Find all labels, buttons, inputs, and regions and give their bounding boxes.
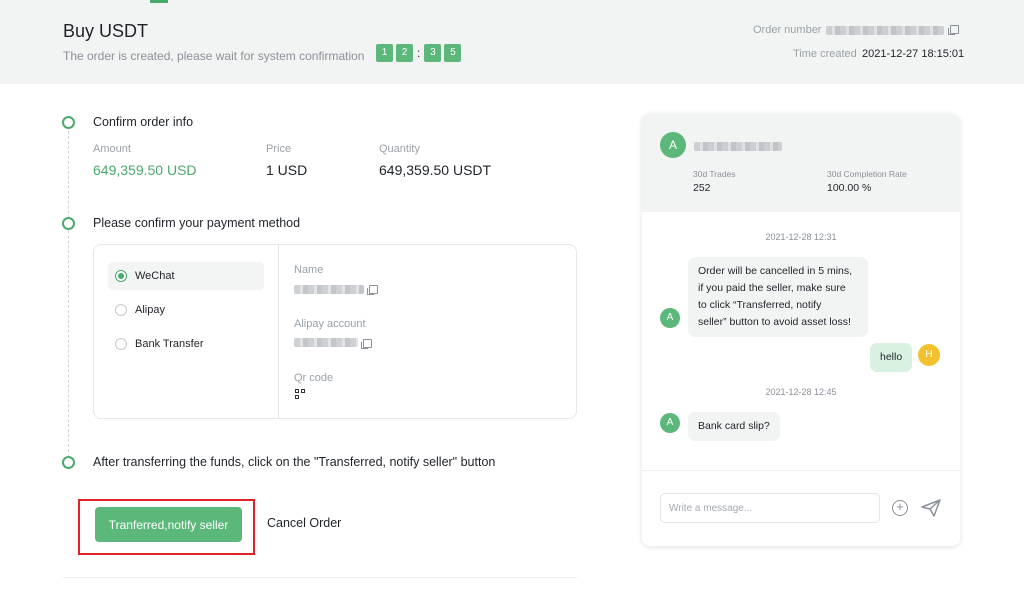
transferred-notify-seller-button[interactable]: Tranferred,notify seller [95,507,242,542]
payment-option-label: WeChat [135,270,175,282]
divider [278,245,279,418]
quantity-value: 649,359.50 USDT [379,162,492,178]
copy-icon[interactable] [361,339,372,349]
message-input[interactable] [660,493,880,523]
status-message: The order is created, please wait for sy… [63,49,365,63]
step-title-notify-seller: After transferring the funds, click on t… [93,455,496,469]
chat-panel: A 30d Trades 252 30d Completion Rate 100… [642,114,960,546]
time-created-value: 2021-12-27 18:15:01 [862,48,965,60]
countdown-timer: 1 2 : 3 5 [376,44,464,62]
step-title-confirm-order: Confirm order info [93,115,194,129]
countdown-digit: 5 [444,44,462,62]
countdown-digit: 2 [396,44,413,62]
amount-label: Amount [93,143,131,155]
message-bubble: Order will be cancelled in 5 mins, if yo… [688,257,868,337]
divider [642,470,960,471]
step-marker [62,116,75,129]
price-value: 1 USD [266,162,308,178]
copy-icon[interactable] [948,25,959,35]
completion-rate-value: 100.00 % [827,182,872,194]
time-created-label: Time created [793,48,857,60]
quantity-label: Quantity [379,143,420,155]
payee-name-value-redacted [294,285,364,294]
avatar: H [918,344,940,366]
completion-rate-label: 30d Completion Rate [827,169,907,179]
order-number-value-redacted [826,26,944,35]
avatar: A [660,132,686,158]
price-label: Price [266,143,292,155]
order-header: Buy USDT The order is created, please wa… [0,0,1024,84]
trades-label: 30d Trades [693,169,736,179]
payment-option-alipay[interactable]: Alipay [108,296,264,324]
avatar: A [660,308,680,328]
step-connector [68,131,69,457]
step-marker [62,456,75,469]
message-bubble: Bank card slip? [688,412,780,441]
trades-value: 252 [693,182,711,194]
message-line: Order will be cancelled in 5 mins, [698,265,853,277]
page-title: Buy USDT [63,21,149,41]
avatar: A [660,413,680,433]
payment-option-bank-transfer[interactable]: Bank Transfer [108,330,264,358]
account-value-redacted [294,338,358,347]
amount-value: 649,359.50 USD [93,162,197,178]
message-timestamp: 2021-12-28 12:31 [765,232,837,242]
message-bubble: hello [870,343,913,372]
payment-option-label: Alipay [135,304,165,316]
radio-icon[interactable] [115,304,127,316]
qr-code-label: Qr code [294,372,334,384]
message-line: to click “Transferred, notify [698,299,822,311]
divider [63,577,577,578]
qr-code-icon[interactable] [295,389,305,399]
payment-option-wechat[interactable]: WeChat [108,262,264,290]
radio-selected-icon[interactable] [115,270,127,282]
seller-info: A 30d Trades 252 30d Completion Rate 100… [642,114,960,212]
message-line: seller” button to avoid asset loss! [698,316,851,328]
cancel-order-button[interactable]: Cancel Order [267,516,341,530]
order-number-label: Order number [753,24,822,36]
plus-circle-icon[interactable]: + [892,500,908,516]
countdown-separator: : [417,46,421,60]
message-timestamp: 2021-12-28 12:45 [765,387,837,397]
payee-name-label: Name [294,264,324,276]
tab-indicator [150,0,168,3]
countdown-digit: 1 [376,44,393,62]
seller-name-redacted [694,142,782,151]
step-marker [62,217,75,230]
payment-option-label: Bank Transfer [135,338,204,350]
send-icon[interactable] [920,498,942,518]
message-line: if you paid the seller, make sure [698,282,846,294]
radio-icon[interactable] [115,338,127,350]
account-label: Alipay account [294,318,366,330]
step-title-payment-method: Please confirm your payment method [93,216,301,230]
countdown-digit: 3 [424,44,442,62]
copy-icon[interactable] [367,285,378,295]
